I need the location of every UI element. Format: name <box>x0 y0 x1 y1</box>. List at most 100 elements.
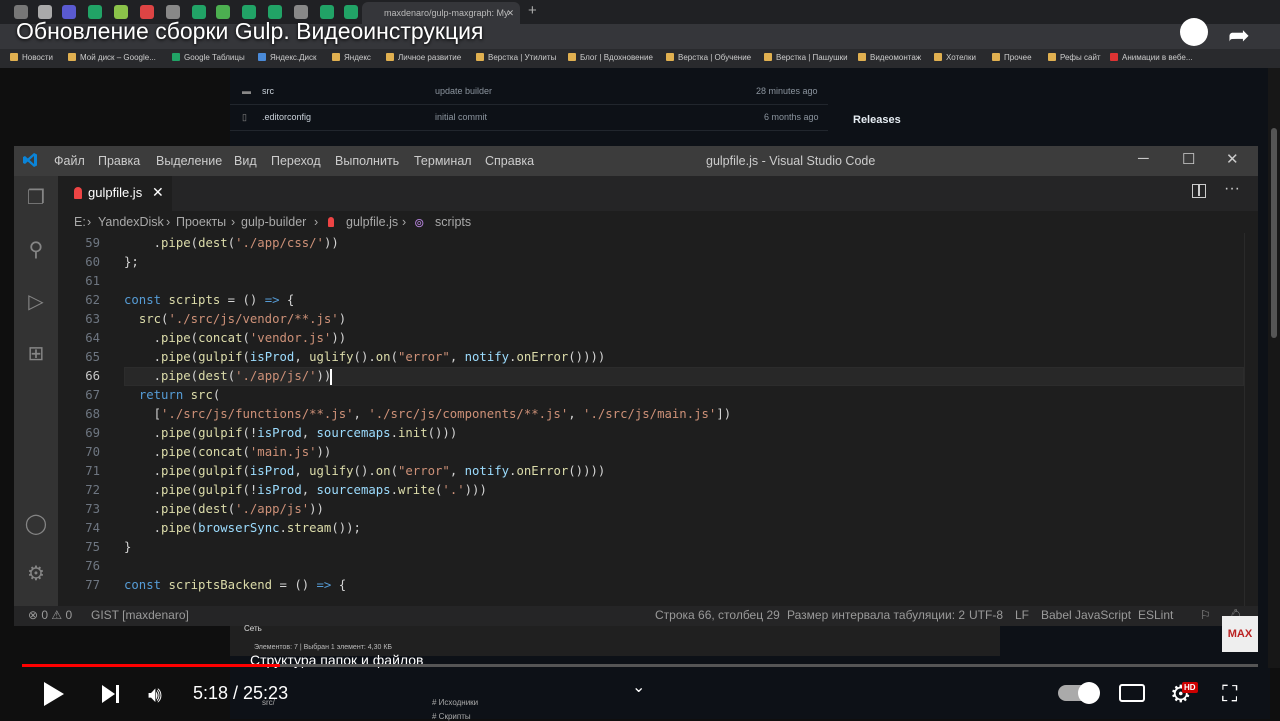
code-line: .pipe(gulpif(!isProd, sourcemaps.write('… <box>153 483 487 497</box>
channel-watermark-logo[interactable]: MAX <box>1222 616 1258 652</box>
releases-heading[interactable]: Releases <box>853 114 901 126</box>
account-icon[interactable]: ◯ <box>24 512 48 536</box>
menu-run[interactable]: Выполнить <box>335 154 399 168</box>
tab-favicon[interactable] <box>62 5 76 19</box>
menu-go[interactable]: Переход <box>271 154 321 168</box>
volume-icon[interactable]: 🔊︎ <box>148 682 162 708</box>
code-editor[interactable]: 59 60 61 62 63 64 65 66 67 68 69 70 71 72 73 74 75 76 77 .… <box>58 233 1258 606</box>
tab-favicon[interactable] <box>294 5 308 19</box>
bookmark-item[interactable]: Яндекс <box>332 53 371 62</box>
bookmark-item[interactable]: Видеомонтаж <box>858 53 921 62</box>
code-line: .pipe(gulpif(!isProd, sourcemaps.init())… <box>153 426 458 440</box>
explorer-icon[interactable]: ❐ <box>24 186 48 210</box>
close-icon[interactable]: ✕ <box>1226 150 1239 168</box>
menu-terminal[interactable]: Терминал <box>414 154 472 168</box>
bookmark-item[interactable]: Новости <box>10 53 53 62</box>
tab-favicon[interactable] <box>38 5 52 19</box>
language-mode[interactable]: Babel JavaScript <box>1041 608 1131 622</box>
tab-favicon[interactable] <box>140 5 154 19</box>
menu-help[interactable]: Справка <box>485 154 534 168</box>
breadcrumb-item[interactable]: scripts <box>435 215 471 229</box>
bookmark-item[interactable]: Анимации в вебе... <box>1110 53 1193 62</box>
breadcrumb-item[interactable]: E: <box>74 215 86 229</box>
play-icon[interactable] <box>44 682 64 706</box>
tab-favicon[interactable] <box>268 5 282 19</box>
more-actions-icon[interactable]: ··· <box>1224 180 1240 198</box>
line-number: 70 <box>85 445 100 459</box>
extensions-icon[interactable]: ⊞ <box>24 342 48 366</box>
line-number: 67 <box>85 388 100 402</box>
menu-file[interactable]: Файл <box>54 154 85 168</box>
bookmark-item[interactable]: Прочее <box>992 53 1032 62</box>
share-icon[interactable]: ➦ <box>1228 20 1250 51</box>
settings-gear-icon[interactable]: ⚙ <box>24 562 48 586</box>
tab-favicon[interactable] <box>320 5 334 19</box>
feedback-icon[interactable]: ⚐ <box>1200 608 1211 622</box>
bookmark-item[interactable]: Хотелки <box>934 53 976 62</box>
scrollbar-thumb[interactable] <box>1271 128 1277 338</box>
editor-scrollbar[interactable] <box>1244 233 1258 606</box>
video-title[interactable]: Обновление сборки Gulp. Видеоинструкция <box>16 18 483 45</box>
autoplay-toggle-icon[interactable] <box>1058 682 1100 704</box>
exit-fullscreen-icon[interactable]: ⛶ <box>1222 681 1237 707</box>
line-number: 68 <box>85 407 100 421</box>
watch-later-icon[interactable] <box>1180 18 1208 46</box>
minimize-icon[interactable]: ─ <box>1138 150 1149 167</box>
status-bar: ⊗ 0 ⚠ 0 GIST [maxdenaro] Строка 66, стол… <box>14 606 1258 626</box>
eol[interactable]: LF <box>1015 608 1029 622</box>
page-scrollbar[interactable] <box>1268 68 1280 668</box>
tab-favicon[interactable] <box>88 5 102 19</box>
tab-favicon[interactable] <box>242 5 256 19</box>
file-icon: ▯ <box>242 112 247 122</box>
gist-indicator[interactable]: GIST [maxdenaro] <box>91 608 189 622</box>
close-icon[interactable]: ✕ <box>152 184 164 201</box>
tab-title: maxdenaro/gulp-maxgraph: My <box>384 8 509 18</box>
tab-favicon[interactable] <box>14 5 28 19</box>
tab-favicon[interactable] <box>216 5 230 19</box>
line-number: 60 <box>85 255 100 269</box>
tab-favicon[interactable] <box>114 5 128 19</box>
bookmark-item[interactable]: Верстка | Обучение <box>666 53 751 62</box>
breadcrumb-item[interactable]: gulpfile.js <box>346 215 398 229</box>
code-line: .pipe(gulpif(isProd, uglify().on("error"… <box>153 464 606 478</box>
file-row[interactable]: ▬ src update builder 28 minutes ago <box>230 78 828 105</box>
bookmark-item[interactable]: Верстка | Утилиты <box>476 53 556 62</box>
cursor-position[interactable]: Строка 66, столбец 29 <box>655 608 780 622</box>
close-icon[interactable]: ✕ <box>506 2 514 24</box>
search-icon[interactable]: ⚲ <box>24 238 48 262</box>
bookmark-item[interactable]: Мой диск – Google... <box>68 53 156 62</box>
line-number: 71 <box>85 464 100 478</box>
maximize-icon[interactable]: ☐ <box>1182 150 1195 168</box>
breadcrumb-item[interactable]: Проекты <box>176 215 226 229</box>
file-row[interactable]: ▯ .editorconfig initial commit 6 months … <box>230 104 828 131</box>
subtitles-icon[interactable] <box>1119 684 1145 702</box>
code-line: .pipe(dest('./app/css/')) <box>153 236 339 250</box>
menu-view[interactable]: Вид <box>234 154 257 168</box>
run-debug-icon[interactable]: ▷ <box>24 290 48 314</box>
tab-favicon[interactable] <box>192 5 206 19</box>
gulp-file-icon <box>328 217 334 227</box>
encoding[interactable]: UTF-8 <box>969 608 1003 622</box>
bookmark-item[interactable]: Блог | Вдохновение <box>568 53 653 62</box>
tab-favicon[interactable] <box>344 5 358 19</box>
bookmark-item[interactable]: Google Таблицы <box>172 53 245 62</box>
problems-indicator[interactable]: ⊗ 0 ⚠ 0 <box>28 608 72 622</box>
bookmark-item[interactable]: Яндекс.Диск <box>258 53 317 62</box>
bookmark-item[interactable]: Верстка | Пашушки <box>764 53 848 62</box>
breadcrumb-item[interactable]: gulp-builder <box>241 215 306 229</box>
network-item[interactable]: Сеть <box>244 624 262 633</box>
next-icon[interactable] <box>102 685 119 703</box>
split-editor-icon[interactable] <box>1192 184 1206 198</box>
tab-favicon[interactable] <box>166 5 180 19</box>
breadcrumb-item[interactable]: YandexDisk <box>98 215 164 229</box>
eslint-indicator[interactable]: ESLint <box>1138 608 1173 622</box>
bookmark-item[interactable]: Личное развитие <box>386 53 461 62</box>
menu-selection[interactable]: Выделение <box>156 154 222 168</box>
chevron-down-icon[interactable]: ⌄ <box>632 677 645 697</box>
line-number: 75 <box>85 540 100 554</box>
tab-gulpfile[interactable]: gulpfile.js ✕ <box>58 176 172 211</box>
new-tab-icon[interactable]: + <box>528 2 537 19</box>
tab-size[interactable]: Размер интервала табуляции: 2 <box>787 608 965 622</box>
menu-edit[interactable]: Правка <box>98 154 140 168</box>
bookmark-item[interactable]: Рефы сайт <box>1048 53 1101 62</box>
